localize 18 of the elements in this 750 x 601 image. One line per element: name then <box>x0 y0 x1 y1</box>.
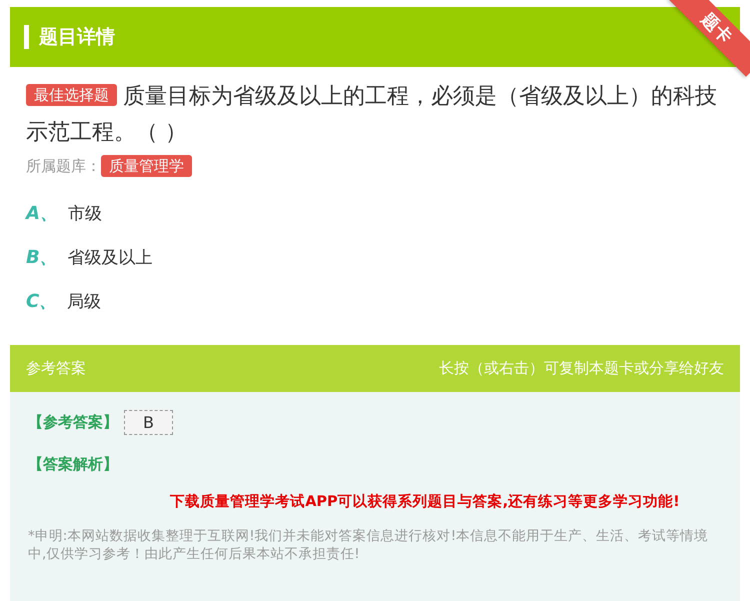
answer-value: B <box>124 410 173 435</box>
source-label: 所属题库： <box>26 156 101 176</box>
question-text: 最佳选择题 质量目标为省级及以上的工程，必须是（省级及以上）的科技示范工程。（ ） <box>26 83 718 147</box>
option-letter: C、 <box>26 290 58 313</box>
source-tag[interactable]: 质量管理学 <box>101 155 192 177</box>
copy-hint: 长按（或右击）可复制本题卡或分享给好友 <box>439 359 724 378</box>
question-type-tag: 最佳选择题 <box>26 84 117 106</box>
answer-bar-title: 参考答案 <box>26 359 86 378</box>
option-letter: A、 <box>26 202 58 225</box>
option-text: 省级及以上 <box>68 246 153 268</box>
disclaimer-text: *申明:本网站数据收集整理于互联网!我们并未能对答案信息进行核对!本信息不能用于生产、生活、考试等情境中,仅供学习参考！由此产生任何后果本站不承担责任! <box>28 527 710 563</box>
promo-text: 下载质量管理学考试APP可以获得系列题目与答案,还有练习等更多学习功能! <box>169 492 681 511</box>
option-text: 市级 <box>68 202 102 224</box>
answer-label: 【参考答案】 <box>28 413 118 432</box>
option-text: 局级 <box>67 290 102 312</box>
option-letter: B、 <box>26 246 58 269</box>
header-title: 题目详情 <box>24 25 115 49</box>
analysis-label: 【答案解析】 <box>28 455 118 474</box>
